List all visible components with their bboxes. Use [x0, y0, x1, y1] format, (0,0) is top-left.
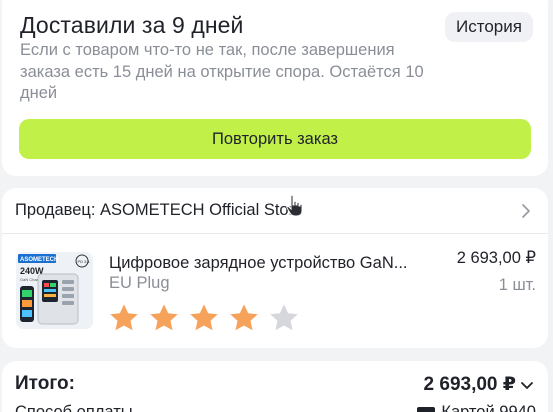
image-badge-text: PD 3.1 — [78, 259, 91, 264]
dispute-note: Если с товаром что-то не так, после заве… — [20, 41, 424, 102]
total-label: Итого: — [15, 373, 75, 394]
repeat-order-button[interactable]: Повторить заказ — [19, 119, 531, 159]
total-card: Итого: 2 693,00 ₽ Способ оплаты Картой 9… — [2, 361, 548, 412]
star-icon[interactable] — [108, 302, 140, 334]
seller-row[interactable]: Продавец: ASOMETECH Official Store — [2, 188, 548, 234]
seller-name: Продавец: ASOMETECH Official Store — [15, 201, 304, 219]
image-brand-text: ASOMETECH — [20, 257, 58, 263]
charger-illustration: ASOMETECH 240W GaN Charger PD 3.1 — [16, 252, 93, 329]
star-icon[interactable] — [188, 302, 220, 334]
hand-cursor-icon — [286, 194, 303, 217]
history-button[interactable]: История — [445, 12, 533, 42]
star-icon[interactable] — [228, 302, 260, 334]
payment-method-label: Способ оплаты — [15, 403, 133, 412]
product-title[interactable]: Цифровое зарядное устройство GaN... — [109, 254, 435, 273]
chevron-right-icon — [522, 204, 530, 218]
star-icon[interactable] — [148, 302, 180, 334]
product-image[interactable]: ASOMETECH 240W GaN Charger PD 3.1 — [16, 252, 93, 329]
order-card: Продавец: ASOMETECH Official Store ASOME… — [2, 188, 548, 348]
product-quantity: 1 шт. — [498, 276, 536, 294]
total-value[interactable]: 2 693,00 ₽ — [424, 373, 516, 396]
payment-card-text: Картой 9940 — [441, 403, 536, 412]
chevron-down-icon[interactable] — [520, 379, 534, 393]
payment-method-value: Картой 9940 — [417, 403, 536, 412]
bank-card-icon — [417, 406, 436, 412]
star-icon[interactable] — [268, 302, 300, 334]
product-variant: EU Plug — [109, 274, 170, 292]
rating-stars[interactable] — [108, 302, 300, 334]
delivery-card: Доставили за 9 дней История Если с товар… — [2, 0, 548, 176]
product-price: 2 693,00 ₽ — [456, 249, 536, 267]
delivery-title: Доставили за 9 дней — [20, 12, 244, 38]
